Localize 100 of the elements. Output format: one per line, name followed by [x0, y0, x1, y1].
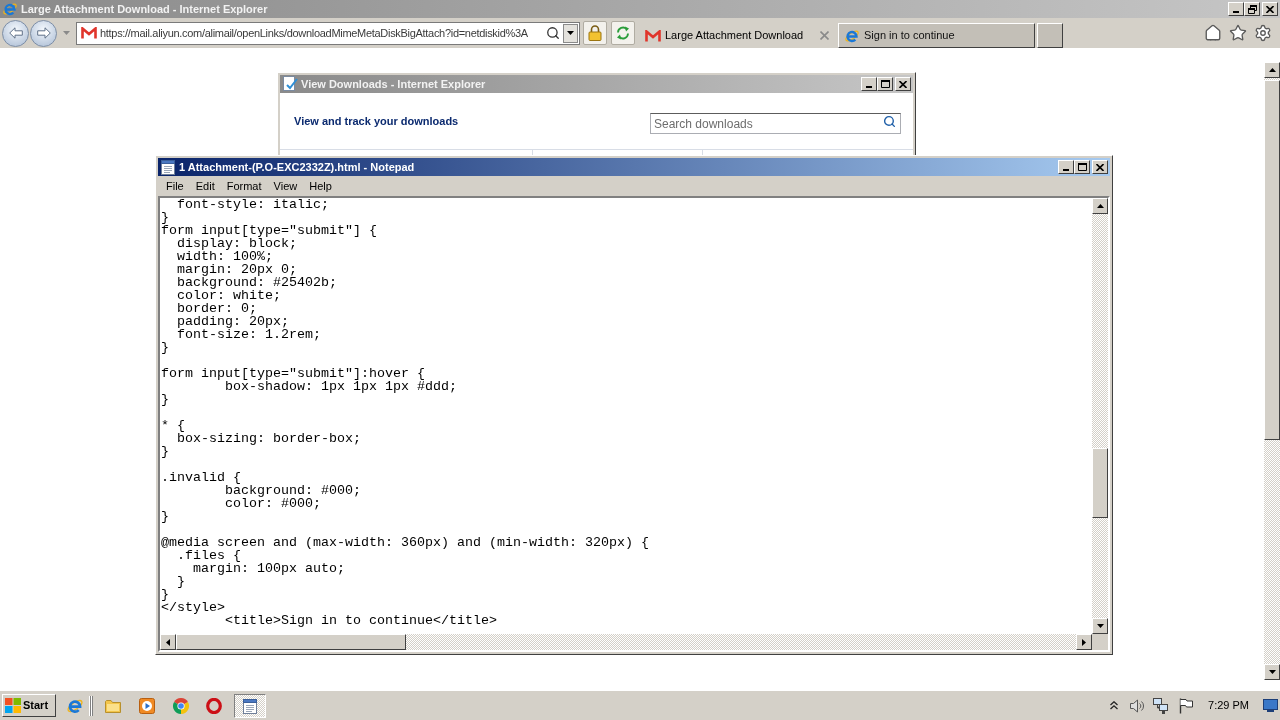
home-icon[interactable]	[1204, 24, 1222, 42]
code-line: }	[176, 575, 185, 588]
code-line: box-shadow: 1px 1px 1px #ddd;	[225, 380, 457, 393]
notepad-icon	[160, 159, 176, 175]
back-button[interactable]	[2, 19, 29, 47]
segmented-circle-icon[interactable]	[173, 697, 189, 714]
code-line: .invalid {	[161, 471, 241, 484]
start-button[interactable]: Start	[2, 694, 56, 717]
page-check-icon	[282, 76, 298, 92]
ring-icon[interactable]	[206, 697, 222, 714]
code-line: }	[161, 211, 169, 224]
flag-icon[interactable]	[1179, 697, 1194, 714]
scroll-up-button[interactable]	[1264, 62, 1280, 78]
code-line: color: white;	[176, 289, 281, 302]
code-line: margin: 100px auto;	[192, 562, 345, 575]
code-line: border: 0;	[176, 302, 257, 315]
forward-button[interactable]	[30, 19, 57, 47]
code-line: background: #25402b;	[176, 276, 337, 289]
code-line: width: 100%;	[176, 250, 273, 263]
code-line: font-size: 1.2rem;	[176, 328, 321, 341]
close-button[interactable]	[895, 77, 911, 91]
browser-logo-icon	[2, 1, 18, 17]
play-icon[interactable]	[139, 697, 155, 714]
notepad-task-button[interactable]	[234, 693, 266, 718]
chevrons-up-icon[interactable]	[1110, 701, 1119, 710]
scrollbar-thumb[interactable]	[1092, 448, 1108, 518]
code-line: background: #000;	[224, 484, 361, 497]
menu-item[interactable]: Format	[220, 179, 268, 193]
code-line: color: #000;	[224, 497, 321, 510]
network-icon[interactable]	[1153, 697, 1170, 714]
code-line: }	[161, 341, 169, 354]
minimize-button[interactable]	[861, 77, 877, 91]
speaker-icon[interactable]	[1130, 698, 1146, 713]
close-icon	[819, 31, 829, 40]
maximize-icon	[1077, 163, 1087, 171]
minimize-icon	[1233, 11, 1239, 13]
restore-button[interactable]	[1244, 2, 1260, 16]
code-line: form input[type="submit"]:hover {	[161, 367, 425, 380]
minimize-icon	[866, 86, 872, 88]
close-icon	[1266, 5, 1274, 13]
mail-logo-icon	[81, 27, 97, 39]
close-button[interactable]	[1092, 160, 1108, 174]
minimize-button[interactable]	[1228, 2, 1244, 16]
refresh-button[interactable]	[611, 21, 635, 45]
search-icon[interactable]	[546, 26, 560, 40]
browser-tab[interactable]: Sign in to continue	[838, 23, 1035, 48]
code-line: * {	[161, 419, 185, 432]
menu-item[interactable]: Help	[303, 179, 338, 193]
search-field[interactable]: Search downloads	[650, 113, 901, 134]
triangle-down-icon	[1268, 670, 1276, 674]
triangle-left-icon	[166, 638, 170, 646]
clock-text[interactable]: 7:29 PM	[1208, 697, 1249, 714]
refresh-icon	[615, 25, 631, 41]
maximize-icon	[880, 80, 890, 88]
code-line: }	[161, 588, 169, 601]
notepad-icon	[242, 697, 258, 714]
code-line: }	[161, 393, 169, 406]
code-line: }	[161, 510, 169, 523]
security-lock-button[interactable]	[583, 21, 607, 45]
code-line: form input[type="submit"] {	[161, 224, 377, 237]
minimize-button[interactable]	[1058, 160, 1074, 174]
minimize-icon	[1063, 169, 1069, 171]
url-text: https://mail.aliyun.com/alimail/openLinks/downloadMimeMetaDiskBigAttach?id=netdiskid%3A	[100, 25, 528, 41]
new-tab-button[interactable]	[1037, 23, 1063, 48]
close-button[interactable]	[1262, 2, 1278, 16]
settings-icon[interactable]	[1254, 24, 1272, 42]
triangle-up-icon	[1268, 68, 1276, 72]
star-icon[interactable]	[1229, 24, 1247, 42]
scroll-left-button[interactable]	[160, 634, 176, 650]
menu-item[interactable]: File	[160, 179, 190, 193]
scroll-up-button[interactable]	[1092, 198, 1108, 214]
code-line: @media screen and (max-width: 360px) and (min-width: 320px) {	[161, 536, 649, 549]
code-line: font-style: italic;	[176, 198, 329, 211]
restore-icon	[1247, 4, 1257, 14]
scrollbar-thumb[interactable]	[1264, 80, 1280, 440]
scrollbar-thumb[interactable]	[176, 634, 406, 650]
mail-logo-icon	[645, 29, 661, 42]
downloads-heading: View and track your downloads	[294, 113, 459, 129]
search-icon[interactable]	[883, 114, 896, 128]
triangle-down-icon	[1096, 624, 1104, 628]
arrow-right-icon	[36, 27, 51, 39]
maximize-button[interactable]	[1074, 160, 1090, 174]
code-line: </style>	[161, 601, 225, 614]
code-line: box-sizing: border-box;	[176, 432, 361, 445]
address-bar[interactable]: https://mail.aliyun.com/alimail/openLinks/downloadMimeMetaDiskBigAttach?id=netdiskid%3A	[76, 21, 580, 45]
menu-item[interactable]: Edit	[189, 179, 221, 193]
desktop-icon[interactable]	[1263, 699, 1278, 712]
window-title: View Downloads - Internet Explorer	[301, 76, 486, 92]
close-icon	[1096, 163, 1104, 171]
code-line: display: block;	[176, 237, 297, 250]
scroll-down-button[interactable]	[1092, 618, 1108, 634]
arrow-left-icon	[8, 27, 23, 39]
maximize-button[interactable]	[877, 77, 893, 91]
code-line: <title>Sign in to continue</title>	[225, 614, 497, 627]
address-dropdown-button[interactable]	[563, 23, 578, 43]
triangle-up-icon	[1096, 204, 1104, 208]
scroll-down-button[interactable]	[1264, 664, 1280, 680]
close-icon	[899, 80, 907, 88]
scroll-right-button[interactable]	[1076, 634, 1092, 650]
menu-item[interactable]: View	[267, 179, 304, 193]
